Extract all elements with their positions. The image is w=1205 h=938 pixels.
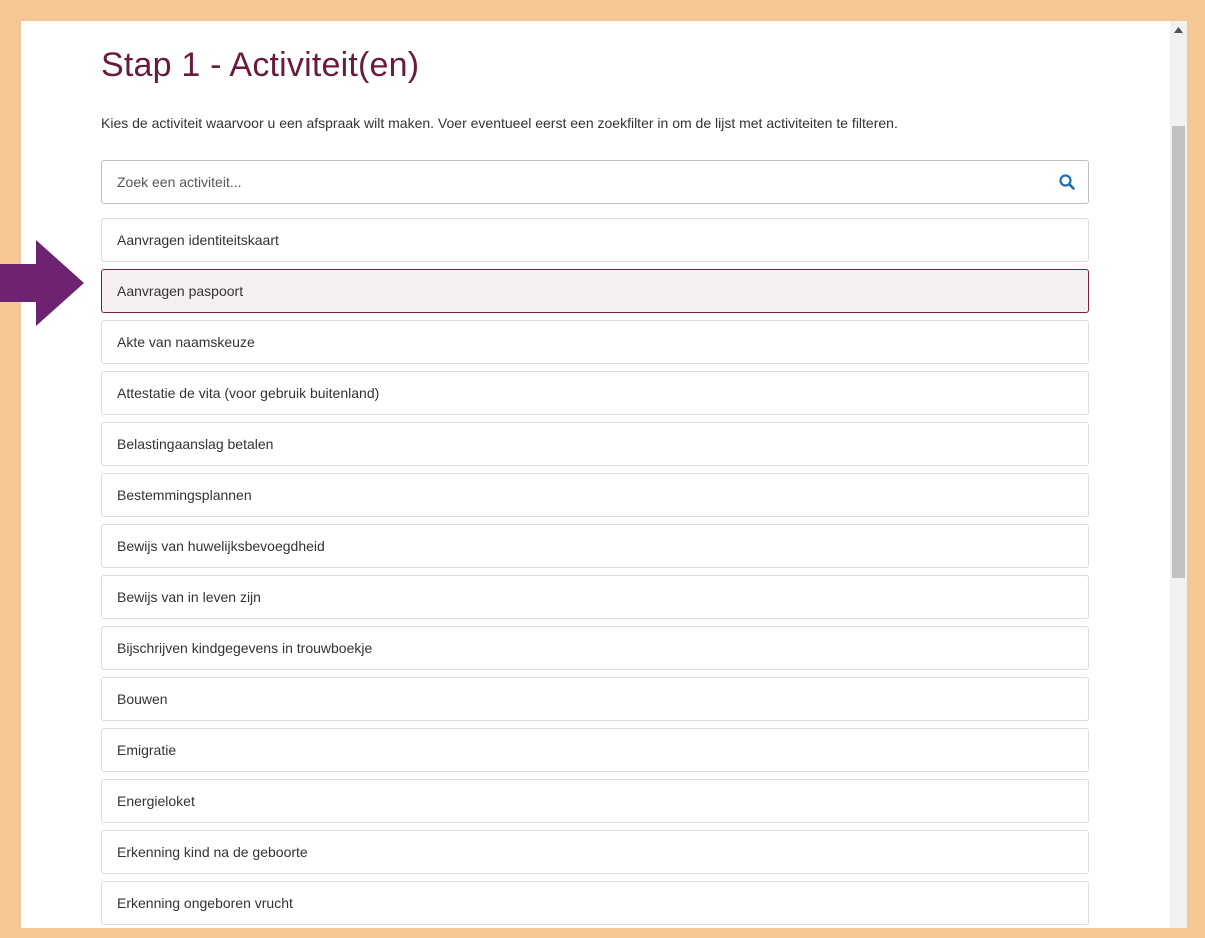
activity-label: Bijschrijven kindgegevens in trouwboekje — [117, 640, 373, 656]
activity-item-selected[interactable]: Aanvragen paspoort — [101, 269, 1089, 313]
activity-item[interactable]: Attestatie de vita (voor gebruik buitenl… — [101, 371, 1089, 415]
vertical-scrollbar[interactable] — [1170, 21, 1187, 928]
activity-label: Aanvragen paspoort — [117, 283, 244, 299]
activity-item[interactable]: Emigratie — [101, 728, 1089, 772]
activity-item[interactable]: Erkenning ongeboren vrucht — [101, 881, 1089, 925]
activity-label: Aanvragen identiteitskaart — [117, 232, 279, 248]
activity-item[interactable]: Energieloket — [101, 779, 1089, 823]
page-frame: Stap 1 - Activiteit(en) Kies de activite… — [21, 21, 1187, 928]
activity-label: Bewijs van in leven zijn — [117, 589, 261, 605]
activity-label: Akte van naamskeuze — [117, 334, 255, 350]
activity-label: Belastingaanslag betalen — [117, 436, 274, 452]
main-content: Stap 1 - Activiteit(en) Kies de activite… — [101, 21, 1091, 928]
pointer-arrow-icon — [0, 240, 84, 326]
activity-label: Erkenning kind na de geboorte — [117, 844, 308, 860]
activity-item[interactable]: Aanvragen identiteitskaart — [101, 218, 1089, 262]
activity-item[interactable]: Bestemmingsplannen — [101, 473, 1089, 517]
activity-label: Bewijs van huwelijksbevoegdheid — [117, 538, 325, 554]
search-input[interactable] — [102, 161, 1002, 203]
activity-label: Attestatie de vita (voor gebruik buitenl… — [117, 385, 380, 401]
activity-item[interactable]: Bouwen — [101, 677, 1089, 721]
activity-item[interactable]: Akte van naamskeuze — [101, 320, 1089, 364]
page-title: Stap 1 - Activiteit(en) — [101, 46, 420, 84]
intro-text: Kies de activiteit waarvoor u een afspra… — [101, 115, 898, 131]
activity-label: Bestemmingsplannen — [117, 487, 252, 503]
activity-label: Erkenning ongeboren vrucht — [117, 895, 293, 911]
scrollbar-thumb[interactable] — [1172, 126, 1185, 578]
activity-item[interactable]: Belastingaanslag betalen — [101, 422, 1089, 466]
scroll-up-arrow-icon[interactable] — [1170, 21, 1187, 38]
search-box — [101, 160, 1089, 204]
activity-label: Emigratie — [117, 742, 177, 758]
activity-item[interactable]: Bijschrijven kindgegevens in trouwboekje — [101, 626, 1089, 670]
activity-item[interactable]: Erkenning kind na de geboorte — [101, 830, 1089, 874]
activity-label: Bouwen — [117, 691, 168, 707]
search-icon[interactable] — [1058, 173, 1076, 191]
activity-item[interactable]: Bewijs van in leven zijn — [101, 575, 1089, 619]
activity-list: Aanvragen identiteitskaart Aanvragen pas… — [101, 218, 1091, 925]
activity-item[interactable]: Bewijs van huwelijksbevoegdheid — [101, 524, 1089, 568]
activity-label: Energieloket — [117, 793, 195, 809]
